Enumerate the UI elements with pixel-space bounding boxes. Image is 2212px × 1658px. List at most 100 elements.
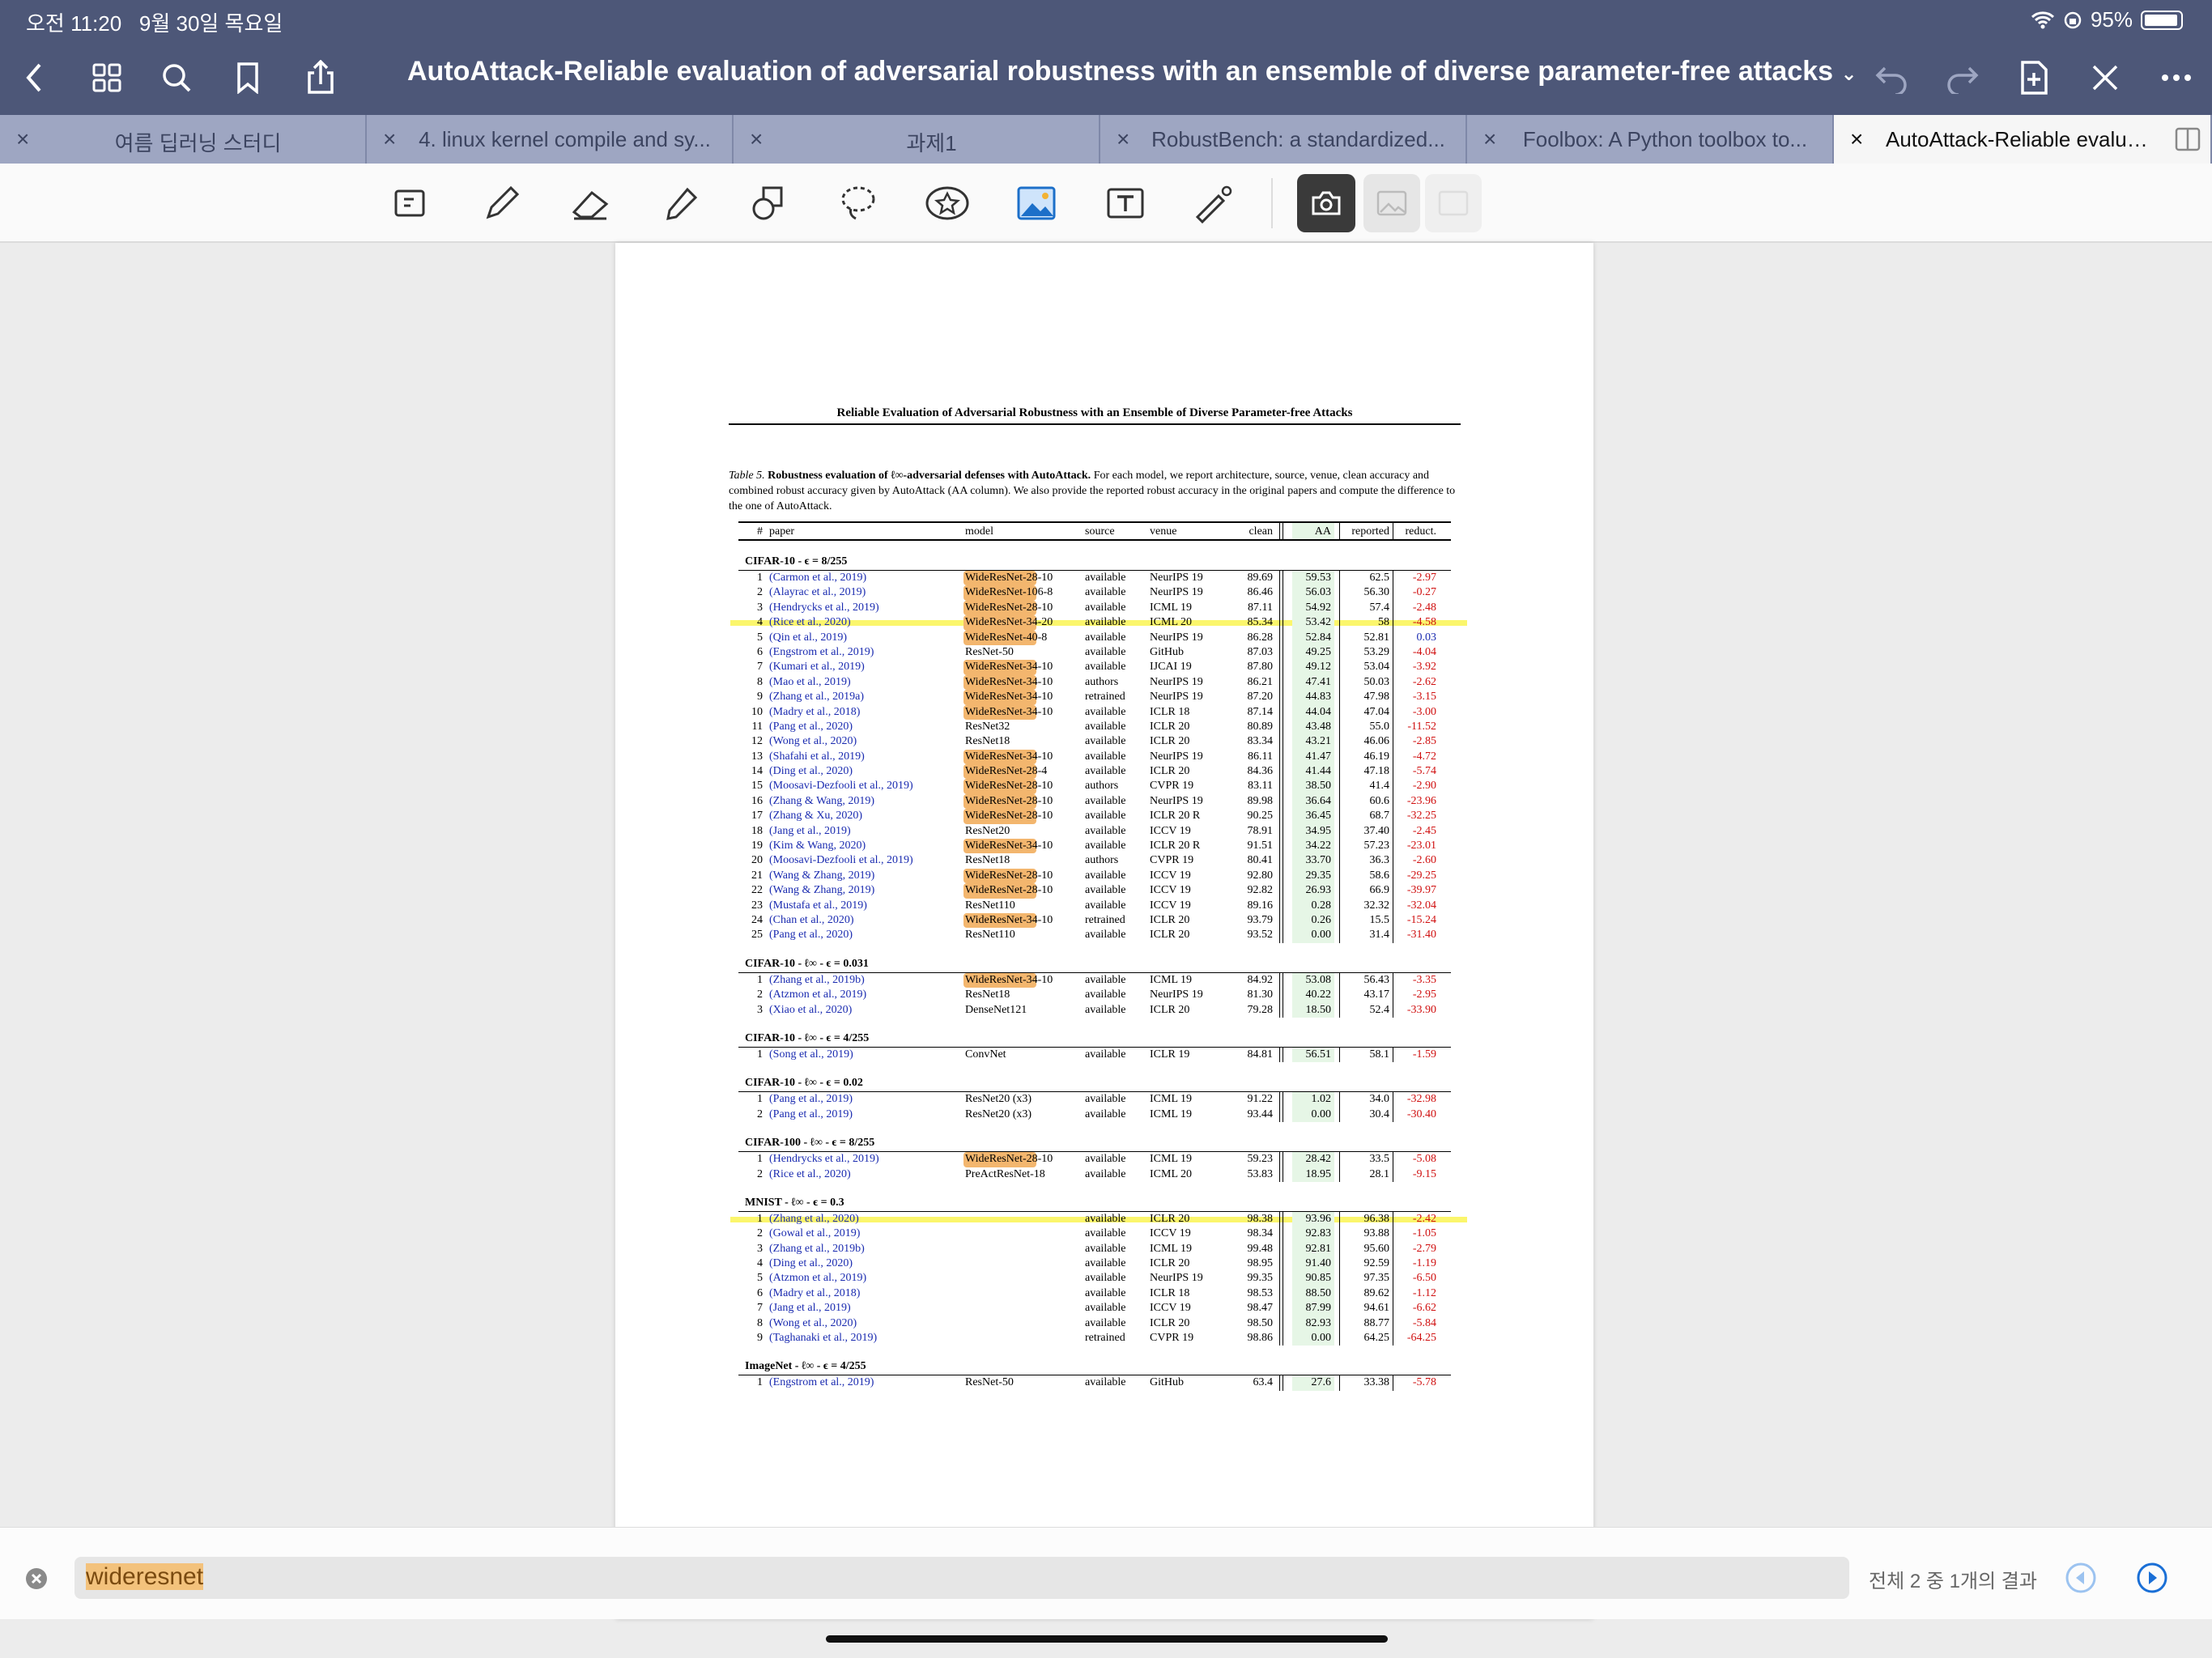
cell-clean: 81.30	[1247, 988, 1274, 1001]
annotation-toolbar	[0, 164, 2212, 243]
section-title: CIFAR-10 - ℓ∞ - ϵ = 0.02	[745, 1077, 863, 1090]
cell-venue: GitHub	[1150, 1376, 1184, 1389]
text-box-icon	[1107, 188, 1144, 219]
cell-source: available	[1085, 1153, 1126, 1166]
cell-paper: (Atzmon et al., 2019)	[769, 1272, 867, 1285]
bookmark-button[interactable]	[223, 53, 272, 102]
cell-aa: 34.95	[1292, 823, 1334, 840]
cell-model: WideResNet-34-10	[963, 749, 1053, 765]
thumbnails-button[interactable]	[83, 53, 131, 102]
eraser-icon	[572, 190, 609, 220]
cell-n: 1	[757, 1376, 763, 1389]
cell-venue: ICCV 19	[1150, 884, 1191, 897]
pen-tool[interactable]	[476, 177, 528, 229]
share-icon	[308, 60, 334, 94]
table-row: 5 (Atzmon et al., 2019) available NeurIPS 1…	[738, 1271, 1451, 1286]
cell-reduct: -23.96	[1406, 794, 1436, 807]
close-tab-icon[interactable]: ×	[383, 126, 396, 152]
cell-source: available	[1085, 1272, 1126, 1285]
cell-clean: 83.11	[1248, 780, 1273, 793]
share-button[interactable]	[296, 53, 345, 102]
close-tab-icon[interactable]: ×	[750, 126, 763, 152]
previous-result-icon[interactable]	[2065, 1562, 2097, 1594]
cell-venue: ICLR 20	[1150, 1003, 1190, 1016]
document-title[interactable]: AutoAttack-Reliable evaluation of advers…	[407, 56, 1857, 87]
close-tab-icon[interactable]: ×	[16, 126, 29, 152]
cell-n: 14	[751, 765, 763, 778]
image-tool[interactable]	[1010, 177, 1062, 229]
cell-n: 7	[757, 661, 763, 674]
redo-button[interactable]	[1938, 53, 1987, 102]
cell-paper: (Wong et al., 2020)	[769, 735, 857, 748]
cell-paper: (Zhang & Wang, 2019)	[769, 794, 875, 807]
results-table: # paper model source venue clean AA repo…	[730, 521, 1467, 1391]
eraser-tool[interactable]	[565, 177, 617, 229]
next-result-icon[interactable]	[2136, 1562, 2168, 1594]
cell-clean: 53.83	[1247, 1167, 1274, 1180]
cell-clean: 86.11	[1248, 750, 1273, 763]
cell-reported: 57.23	[1363, 840, 1390, 852]
laser-pointer-tool[interactable]	[1189, 177, 1240, 229]
edit-tools-toggle[interactable]	[2081, 53, 2129, 102]
table-row: 2 (Gowal et al., 2019) available ICCV 19 98.…	[738, 1226, 1451, 1242]
cell-reported: 46.19	[1363, 750, 1390, 763]
pdf-page[interactable]: Reliable Evaluation of Adversarial Robus…	[615, 243, 1593, 1619]
search-button[interactable]	[152, 53, 201, 102]
cell-venue: IJCAI 19	[1150, 661, 1192, 674]
highlighter-tool[interactable]	[654, 177, 706, 229]
tab-foolbox[interactable]: × Foolbox: A Python toolbox to...	[1467, 115, 1834, 164]
tab-robustbench[interactable]: × RobustBench: a standardized...	[1100, 115, 1467, 164]
add-page-button[interactable]	[2010, 53, 2058, 102]
cell-aa: 34.22	[1292, 839, 1334, 854]
text-select-icon	[394, 189, 425, 217]
sticker-tool[interactable]	[921, 177, 973, 229]
tab-linux-kernel[interactable]: × 4. linux kernel compile and sy...	[367, 115, 734, 164]
cell-reduct: -23.01	[1406, 840, 1436, 852]
cell-source: available	[1085, 572, 1126, 584]
back-button[interactable]	[10, 53, 58, 102]
cell-aa: 36.64	[1292, 793, 1334, 810]
image-capture-icon	[1376, 190, 1407, 216]
cell-source: available	[1085, 884, 1126, 897]
cell-reduct: -2.48	[1412, 601, 1436, 614]
cell-model: WideResNet-28-10	[963, 809, 1053, 824]
cell-reported: 52.81	[1363, 631, 1390, 644]
cell-reduct: -2.85	[1412, 735, 1436, 748]
clear-search-icon[interactable]	[24, 1567, 49, 1591]
text-tool[interactable]	[1100, 177, 1151, 229]
rect-capture-option[interactable]	[1363, 174, 1420, 232]
cell-n: 6	[757, 645, 763, 658]
screenshot-tool[interactable]	[1297, 174, 1355, 232]
table-row: 7 (Jang et al., 2019) available ICCV 19 98.4…	[738, 1301, 1451, 1316]
shapes-tool[interactable]	[743, 177, 795, 229]
freeform-capture-icon	[1438, 190, 1469, 216]
cell-reduct: -5.74	[1412, 765, 1436, 778]
tab-study[interactable]: × 여름 딥러닝 스터디	[0, 115, 367, 164]
cell-aa: 52.84	[1292, 630, 1334, 645]
cell-model: WideResNet-34-10	[963, 690, 1053, 705]
undo-button[interactable]	[1867, 53, 1916, 102]
cell-venue: ICLR 20	[1150, 1257, 1190, 1270]
cell-source: available	[1085, 705, 1126, 718]
search-input[interactable]: wideresnet	[74, 1557, 1849, 1599]
cell-source: available	[1085, 1003, 1126, 1016]
table-row: 8 (Mao et al., 2019) WideResNet-34-10 autho…	[738, 674, 1451, 691]
lasso-tool[interactable]	[832, 177, 884, 229]
close-tab-icon[interactable]: ×	[1117, 126, 1129, 152]
freeform-capture-option[interactable]	[1425, 174, 1482, 232]
tab-autoattack[interactable]: × AutoAttack-Reliable evalua...	[1834, 115, 2212, 164]
close-tab-icon[interactable]: ×	[1850, 126, 1863, 152]
close-tab-icon[interactable]: ×	[1483, 126, 1496, 152]
tab-assignment[interactable]: × 과제1	[734, 115, 1100, 164]
cell-n: 20	[751, 854, 763, 867]
split-view-icon[interactable]	[2175, 127, 2201, 151]
more-button[interactable]	[2152, 53, 2201, 102]
table-row: 5 (Qin et al., 2019) WideResNet-40-8 availa…	[738, 630, 1451, 645]
cell-n: 16	[751, 794, 763, 807]
cell-paper: (Engstrom et al., 2019)	[769, 645, 874, 658]
cell-paper: (Pang et al., 2019)	[769, 1107, 853, 1120]
cell-reduct: -5.84	[1412, 1316, 1436, 1329]
cell-reported: 60.6	[1369, 794, 1390, 807]
lasso-text-tool[interactable]	[385, 177, 437, 229]
cell-n: 2	[757, 1167, 763, 1180]
